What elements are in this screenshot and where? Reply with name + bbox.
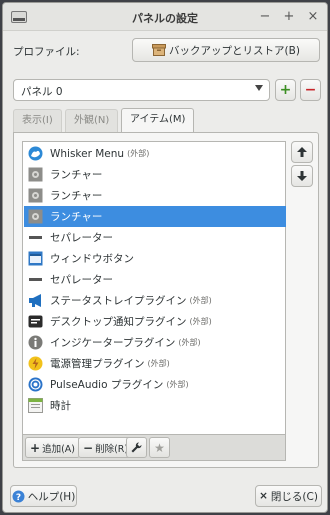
minus-icon: − xyxy=(304,82,317,98)
help-icon: ? xyxy=(12,490,25,502)
remove-panel-button[interactable]: − xyxy=(300,79,321,101)
star-icon: ★ xyxy=(154,440,165,455)
list-item[interactable]: セパレーター xyxy=(24,227,286,248)
list-item[interactable]: セパレーター xyxy=(24,269,286,290)
list-item[interactable]: インジケータープラグイン (外部) xyxy=(24,332,286,353)
maximize-button[interactable]: + xyxy=(280,8,298,26)
clock-icon xyxy=(28,398,43,413)
backup-restore-label: バックアップとリストア(B) xyxy=(169,44,300,57)
item-external-tag: (外部) xyxy=(178,338,201,347)
plus-icon: + xyxy=(279,82,292,98)
remove-item-button[interactable]: − 削除(R) xyxy=(78,437,134,458)
tab-bar: 表示(I) 外観(N) アイテム(M) xyxy=(13,108,319,134)
list-item[interactable]: ランチャー xyxy=(24,164,286,185)
item-label: セパレーター xyxy=(50,232,113,244)
gear-icon xyxy=(28,167,43,182)
minus-icon: − xyxy=(83,440,94,455)
item-properties-button[interactable] xyxy=(126,437,147,458)
svg-text:?: ? xyxy=(16,492,21,502)
list-item-selected[interactable]: ランチャー xyxy=(24,206,286,227)
separator-icon xyxy=(29,236,42,239)
items-list[interactable]: Whisker Menu (外部) ランチャー ランチャー ランチャー セパレー… xyxy=(22,141,286,435)
item-external-tag: (外部) xyxy=(166,380,189,389)
arrow-up-icon xyxy=(297,147,307,157)
remove-item-label: 削除(R) xyxy=(95,443,129,455)
item-label: 時計 xyxy=(50,400,71,412)
help-label: ヘルプ(H) xyxy=(27,490,76,503)
info-icon xyxy=(28,335,43,350)
wrench-icon xyxy=(131,442,142,453)
item-label: PulseAudio プラグイン xyxy=(50,379,164,391)
notification-icon xyxy=(28,315,43,328)
item-external-tag: (外部) xyxy=(189,296,212,305)
tab-items[interactable]: アイテム(M) xyxy=(121,108,195,134)
power-icon xyxy=(28,356,43,371)
chevron-down-icon xyxy=(255,85,263,91)
tab-appearance[interactable]: 外観(N) xyxy=(65,109,119,133)
list-item[interactable]: 電源管理プラグイン (外部) xyxy=(24,353,286,374)
separator-icon xyxy=(29,278,42,281)
gear-icon xyxy=(28,188,43,203)
item-label: ウィンドウボタン xyxy=(50,253,134,265)
item-label: ランチャー xyxy=(50,190,103,202)
item-external-tag: (外部) xyxy=(147,359,170,368)
help-button[interactable]: ? ヘルプ(H) xyxy=(10,485,77,507)
list-item[interactable]: ウィンドウボタン xyxy=(24,248,286,269)
arrow-down-icon xyxy=(297,171,307,181)
close-window-button[interactable]: × xyxy=(304,8,322,26)
items-tab-panel: Whisker Menu (外部) ランチャー ランチャー ランチャー セパレー… xyxy=(13,132,319,468)
whisker-icon xyxy=(28,146,43,161)
archive-icon xyxy=(152,44,167,56)
item-label: ランチャー xyxy=(50,211,103,223)
add-panel-button[interactable]: + xyxy=(275,79,296,101)
item-label: デスクトップ通知プラグイン xyxy=(50,316,187,328)
item-about-button[interactable]: ★ xyxy=(149,437,170,458)
list-item[interactable]: Whisker Menu (外部) xyxy=(24,143,286,164)
add-item-label: 追加(A) xyxy=(42,443,75,455)
list-item[interactable]: 時計 xyxy=(24,395,286,416)
panel-select-value: パネル 0 xyxy=(21,86,63,98)
add-item-button[interactable]: + 追加(A) xyxy=(25,437,80,458)
item-label: 電源管理プラグイン xyxy=(50,358,145,370)
list-item[interactable]: PulseAudio プラグイン (外部) xyxy=(24,374,286,395)
profile-label: プロファイル: xyxy=(13,46,80,58)
panel-preferences-window: パネルの設定 − + × プロファイル: バックアップとリストア(B) パネル … xyxy=(2,2,328,513)
minimize-button[interactable]: − xyxy=(256,8,274,26)
window-buttons-icon xyxy=(28,251,43,266)
panel-select[interactable]: パネル 0 xyxy=(13,79,270,101)
plus-icon: + xyxy=(30,440,41,455)
audio-icon xyxy=(28,377,43,392)
close-icon: × xyxy=(259,490,268,502)
backup-restore-button[interactable]: バックアップとリストア(B) xyxy=(132,38,320,62)
megaphone-icon xyxy=(29,294,41,307)
window-title: パネルの設定 xyxy=(132,12,198,25)
item-label: ランチャー xyxy=(50,169,103,181)
close-button[interactable]: × 閉じる(C) xyxy=(255,485,322,507)
move-down-button[interactable] xyxy=(291,165,313,187)
item-label: セパレーター xyxy=(50,274,113,286)
list-item[interactable]: デスクトップ通知プラグイン (外部) xyxy=(24,311,286,332)
list-item[interactable]: ステータストレイプラグイン (外部) xyxy=(24,290,286,311)
close-label: 閉じる(C) xyxy=(270,490,318,503)
tab-display[interactable]: 表示(I) xyxy=(13,109,62,133)
list-toolbar: + 追加(A) − 削除(R) ★ xyxy=(22,435,286,461)
item-label: ステータストレイプラグイン xyxy=(50,295,187,307)
item-label: インジケータープラグイン xyxy=(50,337,176,349)
item-external-tag: (外部) xyxy=(127,149,150,158)
item-external-tag: (外部) xyxy=(189,317,212,326)
move-up-button[interactable] xyxy=(291,141,313,163)
gear-icon xyxy=(28,209,43,224)
list-item[interactable]: ランチャー xyxy=(24,185,286,206)
title-bar[interactable]: パネルの設定 − + × xyxy=(3,3,327,31)
item-label: Whisker Menu xyxy=(50,147,125,160)
